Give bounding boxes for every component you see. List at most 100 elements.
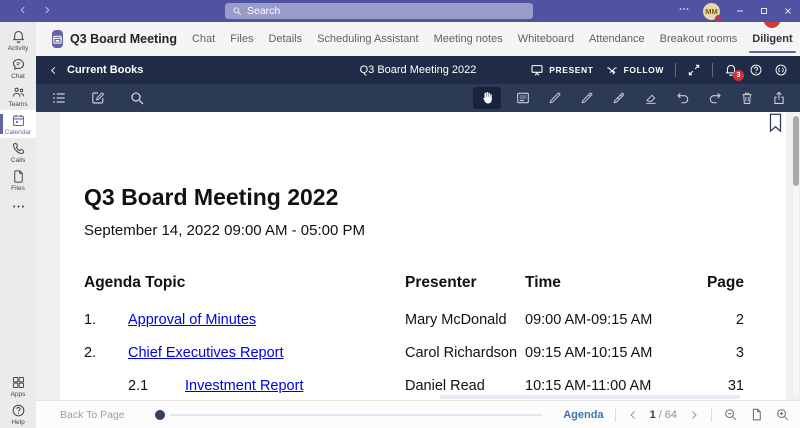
tab-files[interactable]: Files	[230, 22, 253, 56]
more-options-icon[interactable]	[673, 2, 695, 20]
zoom-out-button[interactable]	[723, 407, 738, 422]
fountain-pen-tool-button[interactable]	[609, 87, 629, 109]
sidebar-item-calendar[interactable]: Calendar	[0, 110, 36, 138]
hand-tool-button[interactable]	[473, 87, 501, 109]
viewer-header: Current Books Q3 Board Meeting 2022 PRES…	[36, 56, 800, 84]
agenda-link-investment-report[interactable]: Investment Report	[185, 378, 303, 394]
notes-panel-button[interactable]	[513, 87, 533, 109]
present-button[interactable]: PRESENT	[530, 63, 593, 77]
tab-diligent[interactable]: Diligent 11	[752, 22, 792, 56]
sidebar-item-calls[interactable]: Calls	[0, 138, 36, 166]
question-icon	[749, 63, 763, 77]
index-list-button[interactable]	[49, 87, 69, 109]
row-time: 09:15 AM-10:15 AM	[525, 345, 705, 361]
document-page: Q3 Board Meeting 2022 September 14, 2022…	[60, 112, 786, 400]
back-to-page-label[interactable]: Back To Page	[60, 409, 125, 421]
pencil-tool-button[interactable]	[577, 87, 597, 109]
sidebar-item-help[interactable]: Help	[0, 400, 36, 428]
bookmark-icon[interactable]	[768, 112, 783, 134]
redo-button[interactable]	[705, 87, 725, 109]
sidebar-item-teams[interactable]: Teams	[0, 82, 36, 110]
minimize-button[interactable]	[728, 0, 752, 22]
agenda-link-chief-executives-report[interactable]: Chief Executives Report	[128, 345, 284, 361]
sidebar-spacer	[0, 218, 36, 372]
tab-chat[interactable]: Chat	[192, 22, 215, 56]
header-page: Page	[705, 274, 744, 292]
highlighter-icon	[643, 90, 659, 106]
fit-page-button[interactable]	[749, 407, 764, 422]
sidebar-item-activity[interactable]: Activity	[0, 26, 36, 54]
scrollbar-thumb[interactable]	[793, 116, 799, 186]
zoom-in-button[interactable]	[775, 407, 790, 422]
back-chevron-icon	[48, 65, 59, 76]
back-label: Current Books	[67, 64, 143, 76]
avatar-initials: MM	[705, 7, 718, 16]
back-to-current-books[interactable]: Current Books	[48, 64, 143, 76]
tab-label: Diligent	[752, 33, 792, 45]
previous-page-button[interactable]	[627, 409, 639, 421]
pen-tool-button[interactable]	[545, 87, 565, 109]
maximize-button[interactable]	[752, 0, 776, 22]
sidebar-label: Help	[11, 419, 24, 426]
sidebar-item-chat[interactable]: Chat	[0, 54, 36, 82]
support-button[interactable]	[774, 63, 788, 77]
section-label[interactable]: Agenda	[563, 409, 603, 421]
tab-whiteboard[interactable]: Whiteboard	[518, 22, 574, 56]
next-page-button[interactable]	[688, 409, 700, 421]
current-page: 1	[650, 409, 656, 421]
search-icon	[129, 90, 145, 106]
page-slider-handle[interactable]	[155, 410, 165, 420]
row-presenter: Daniel Read	[405, 378, 525, 394]
chevron-left-icon	[627, 409, 639, 421]
tab-attendance[interactable]: Attendance	[589, 22, 645, 56]
horizontal-scrollbar[interactable]	[440, 395, 740, 399]
sidebar-label: Apps	[11, 391, 26, 398]
document-search-button[interactable]	[127, 87, 147, 109]
sidebar-item-apps[interactable]: Apps	[0, 372, 36, 400]
highlighter-tool-button[interactable]	[641, 87, 661, 109]
compose-note-button[interactable]	[88, 87, 108, 109]
sidebar-item-files[interactable]: Files	[0, 166, 36, 194]
sidebar-label: Teams	[8, 101, 27, 108]
notifications-button[interactable]: 3	[724, 63, 738, 77]
avatar[interactable]: MM	[703, 3, 720, 20]
page-slider-track[interactable]	[170, 414, 542, 416]
viewer-help-button[interactable]	[749, 63, 763, 77]
teams-window: Search MM Activity Chat Teams	[0, 0, 800, 428]
annotation-toolbar	[36, 84, 800, 112]
window-close-button[interactable]	[776, 0, 800, 22]
follow-button[interactable]: FOLLOW	[605, 63, 664, 77]
presence-busy-dot	[715, 15, 722, 22]
tab-details[interactable]: Details	[268, 22, 302, 56]
search-input[interactable]: Search	[225, 3, 533, 19]
agenda-link-approval-of-minutes[interactable]: Approval of Minutes	[128, 312, 256, 328]
teams-titlebar: Search MM	[0, 0, 800, 22]
divider	[615, 408, 616, 422]
fullscreen-button[interactable]	[687, 63, 701, 77]
row-page: 2	[705, 312, 744, 328]
present-icon	[530, 63, 544, 77]
sidebar-more-apps[interactable]	[0, 194, 36, 218]
fountain-pen-icon	[611, 90, 627, 106]
history-back-icon[interactable]	[18, 2, 28, 20]
header-presenter: Presenter	[405, 274, 525, 292]
delete-annotation-button[interactable]	[737, 87, 757, 109]
phone-icon	[11, 141, 26, 156]
chat-icon	[11, 57, 26, 72]
export-button[interactable]	[769, 87, 789, 109]
tab-scheduling-assistant[interactable]: Scheduling Assistant	[317, 22, 419, 56]
tab-breakout-rooms[interactable]: Breakout rooms	[660, 22, 738, 56]
meeting-tabs: Chat Files Details Scheduling Assistant …	[192, 22, 800, 56]
header-time: Time	[525, 274, 705, 292]
meeting-icon	[52, 30, 63, 48]
export-icon	[771, 90, 787, 106]
history-forward-icon[interactable]	[42, 2, 52, 20]
document-date: September 14, 2022 09:00 AM - 05:00 PM	[84, 222, 365, 239]
chevron-right-icon	[688, 409, 700, 421]
tab-meeting-notes[interactable]: Meeting notes	[434, 22, 503, 56]
undo-button[interactable]	[673, 87, 693, 109]
active-tab-indicator	[749, 51, 795, 54]
vertical-scrollbar[interactable]	[793, 114, 799, 397]
table-row: 2. Chief Executives Report Carol Richard…	[84, 345, 744, 361]
contact-support-icon	[774, 63, 788, 77]
